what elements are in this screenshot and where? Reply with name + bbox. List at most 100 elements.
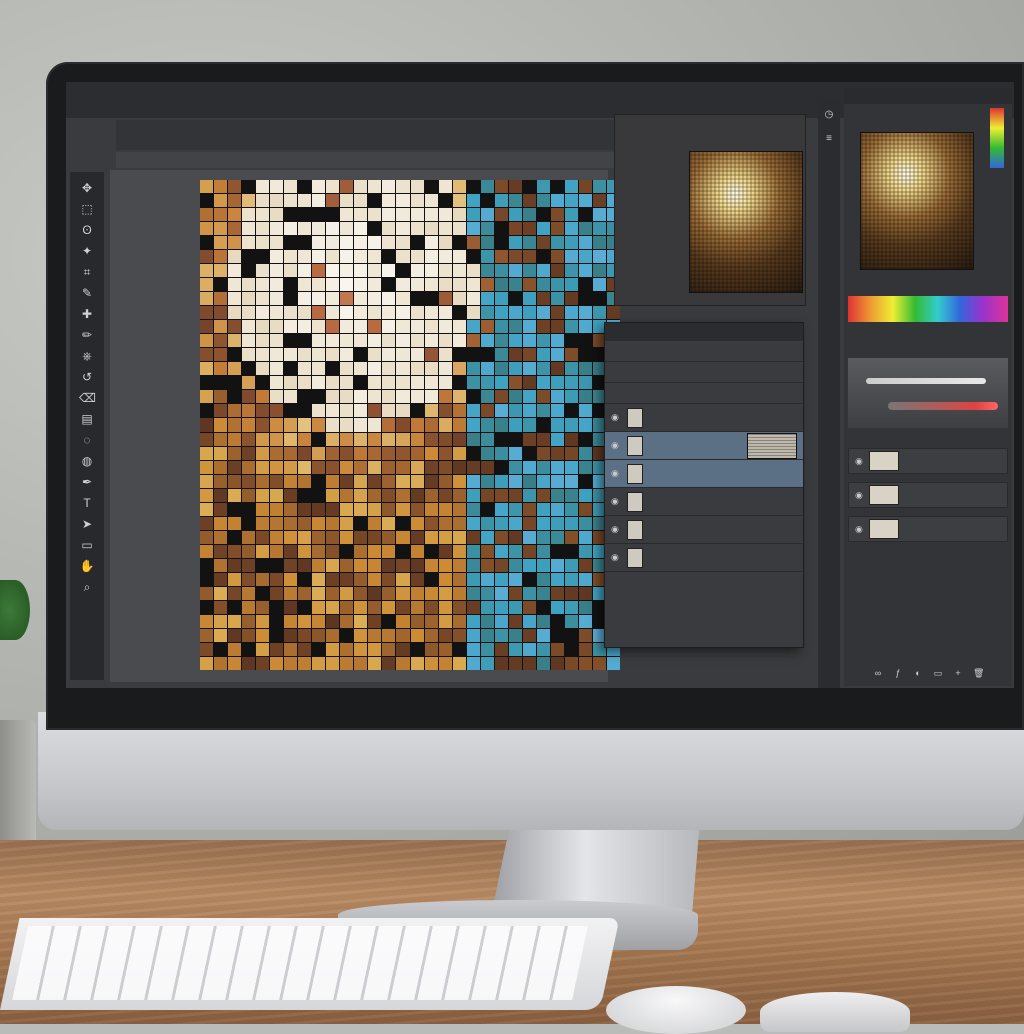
mosaic-tile xyxy=(382,474,396,488)
mosaic-tile xyxy=(200,446,214,460)
mosaic-tile xyxy=(326,656,340,670)
mosaic-tile xyxy=(494,474,508,488)
mosaic-tile xyxy=(368,558,382,572)
healing-brush-icon[interactable]: ✚ xyxy=(79,306,95,322)
eyedropper-icon[interactable]: ✎ xyxy=(79,285,95,301)
mosaic-tile xyxy=(256,278,270,292)
right-panel-header[interactable] xyxy=(844,88,1012,104)
lasso-tool-icon[interactable]: ʘ xyxy=(79,222,95,238)
mosaic-tile xyxy=(256,614,270,628)
mosaic-tile xyxy=(438,180,452,194)
eye-icon[interactable]: ◉ xyxy=(855,524,863,535)
canvas-area[interactable] xyxy=(110,170,620,682)
eye-icon[interactable]: ◉ xyxy=(611,412,621,423)
mosaic-tile xyxy=(578,362,592,376)
layers-lock-controls[interactable] xyxy=(605,362,803,383)
mask-icon[interactable]: ◐ xyxy=(913,668,923,678)
shape-tool-icon[interactable]: ▭ xyxy=(79,537,95,553)
new-group-icon[interactable]: ▭ xyxy=(933,668,943,678)
link-layers-icon[interactable]: ∞ xyxy=(873,668,883,678)
blur-tool-icon[interactable]: ◌ xyxy=(79,432,95,448)
mosaic-tile xyxy=(578,404,592,418)
eye-icon[interactable]: ◉ xyxy=(855,456,863,467)
right-panel-row[interactable]: ◉ xyxy=(848,448,1008,474)
mosaic-tile xyxy=(298,180,312,194)
history-panel-icon[interactable]: ◷ xyxy=(822,108,836,122)
layer-row[interactable]: ◉ xyxy=(605,404,803,432)
mosaic-tile xyxy=(382,530,396,544)
mosaic-tile xyxy=(354,642,368,656)
mosaic-tile xyxy=(340,628,354,642)
mosaic-tile xyxy=(312,264,326,278)
layer-row[interactable]: ◉ xyxy=(605,488,803,516)
mosaic-tile xyxy=(578,320,592,334)
mosaic-tile xyxy=(200,208,214,222)
eraser-icon[interactable]: ⌫ xyxy=(79,390,96,406)
eye-icon[interactable]: ◉ xyxy=(611,496,621,507)
panel-dock: ◷ ≡ xyxy=(818,98,840,688)
layer-row[interactable]: ◉ xyxy=(605,516,803,544)
path-selection-icon[interactable]: ➤ xyxy=(79,516,95,532)
move-tool-icon[interactable]: ✥ xyxy=(79,180,95,196)
swatches-strip[interactable] xyxy=(848,296,1008,322)
marquee-tool-icon[interactable]: ⬚ xyxy=(79,201,95,217)
mosaic-tile xyxy=(396,208,410,222)
trash-icon[interactable]: 🗑 xyxy=(973,668,984,678)
mosaic-tile xyxy=(480,236,494,250)
color-picker-icon[interactable] xyxy=(990,108,1004,168)
mosaic-tile xyxy=(368,362,382,376)
mosaic-tile xyxy=(228,292,242,306)
mosaic-image[interactable] xyxy=(200,180,620,670)
mosaic-tile xyxy=(270,390,284,404)
mosaic-tile xyxy=(410,530,424,544)
layers-blend-controls[interactable] xyxy=(605,341,803,362)
document-tab[interactable] xyxy=(116,152,676,168)
mosaic-tile xyxy=(354,446,368,460)
mosaic-tile xyxy=(480,586,494,600)
clone-stamp-icon[interactable]: ⎈ xyxy=(79,348,95,364)
layers-panel-title[interactable] xyxy=(605,323,803,341)
eye-icon[interactable]: ◉ xyxy=(611,468,621,479)
right-panel-row[interactable]: ◉ xyxy=(848,482,1008,508)
mosaic-tile xyxy=(452,404,466,418)
pen-tool-icon[interactable]: ✒ xyxy=(79,474,95,490)
layer-row[interactable]: ◉ xyxy=(605,460,803,488)
fx-icon[interactable]: ƒ xyxy=(893,668,903,678)
mosaic-tile xyxy=(438,376,452,390)
mosaic-tile xyxy=(298,194,312,208)
properties-panel-icon[interactable]: ≡ xyxy=(822,132,836,146)
mosaic-tile xyxy=(340,222,354,236)
layers-opacity-controls[interactable] xyxy=(605,383,803,404)
dodge-tool-icon[interactable]: ◍ xyxy=(79,453,95,469)
right-panel-rows: ◉ ◉ ◉ xyxy=(848,448,1008,550)
mosaic-tile xyxy=(438,572,452,586)
eye-icon[interactable]: ◉ xyxy=(611,524,621,535)
right-panel-row[interactable]: ◉ xyxy=(848,516,1008,542)
gradient-tool-icon[interactable]: ▤ xyxy=(79,411,95,427)
zoom-tool-icon[interactable]: ⌕ xyxy=(79,579,95,595)
navigator-thumbnail[interactable] xyxy=(689,151,803,293)
mosaic-tile xyxy=(494,530,508,544)
mosaic-tile xyxy=(522,530,536,544)
mosaic-tile xyxy=(550,334,564,348)
magic-wand-icon[interactable]: ✦ xyxy=(79,243,95,259)
mosaic-tile xyxy=(522,614,536,628)
layer-row[interactable]: ◉ xyxy=(605,544,803,572)
history-brush-icon[interactable]: ↺ xyxy=(79,369,95,385)
eye-icon[interactable]: ◉ xyxy=(855,490,863,501)
mosaic-tile xyxy=(354,418,368,432)
type-tool-icon[interactable]: T xyxy=(79,495,95,511)
mosaic-tile xyxy=(340,376,354,390)
plant xyxy=(0,580,30,640)
mosaic-tile xyxy=(494,418,508,432)
mosaic-tile xyxy=(396,642,410,656)
eye-icon[interactable]: ◉ xyxy=(611,552,621,563)
layer-row[interactable]: ◉ xyxy=(605,432,803,460)
crop-tool-icon[interactable]: ⌗ xyxy=(79,264,95,280)
new-layer-icon[interactable]: + xyxy=(953,668,963,678)
mosaic-tile xyxy=(354,502,368,516)
eye-icon[interactable]: ◉ xyxy=(611,440,621,451)
hand-tool-icon[interactable]: ✋ xyxy=(79,558,95,574)
brush-tool-icon[interactable]: ✏ xyxy=(79,327,95,343)
mosaic-tile xyxy=(480,614,494,628)
